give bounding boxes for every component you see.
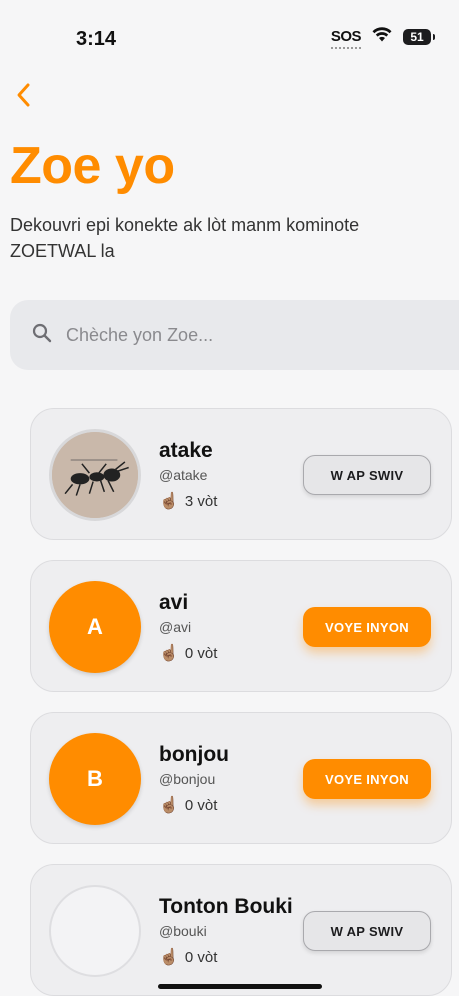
user-card[interactable]: B bonjou @bonjou ☝🏽 0 vòt VOYE INYON bbox=[30, 712, 452, 844]
ant-photo bbox=[52, 432, 138, 518]
user-name: Tonton Bouki bbox=[159, 895, 293, 918]
pointing-hand-icon: ☝🏽 bbox=[159, 797, 179, 814]
back-button[interactable] bbox=[8, 80, 38, 110]
following-button[interactable]: W AP SWIV bbox=[303, 911, 431, 951]
avatar[interactable] bbox=[49, 429, 141, 521]
vote-count: ☝🏽 0 vòt bbox=[159, 795, 217, 815]
user-name: bonjou bbox=[159, 743, 229, 766]
vote-label: 0 vòt bbox=[184, 644, 218, 662]
page-title: Zoe yo bbox=[10, 137, 175, 195]
user-card[interactable]: Tonton Bouki @bouki ☝🏽 0 vòt W AP SWIV bbox=[30, 864, 452, 996]
pointing-hand-icon: ☝🏽 bbox=[159, 645, 179, 662]
page-subtitle: Dekouvri epi konekte ak lòt manm kominot… bbox=[10, 215, 360, 261]
user-handle: @bonjou bbox=[159, 771, 216, 787]
vote-label: 0 vòt bbox=[184, 796, 218, 814]
chevron-left-icon bbox=[17, 83, 30, 107]
avatar[interactable]: A bbox=[49, 581, 141, 673]
wifi-icon bbox=[371, 26, 393, 47]
vote-label: 3 vòt bbox=[184, 492, 218, 510]
status-indicators: SOS 51 bbox=[330, 26, 435, 49]
send-union-button[interactable]: VOYE INYON bbox=[303, 607, 431, 647]
pointing-hand-icon: ☝🏽 bbox=[159, 493, 179, 510]
pointing-hand-icon: ☝🏽 bbox=[159, 949, 179, 966]
user-handle: @avi bbox=[159, 619, 192, 635]
sos-indicator: SOS bbox=[330, 28, 362, 49]
status-bar: 3:14 SOS 51 bbox=[0, 0, 459, 80]
user-card[interactable]: atake @atake ☝🏽 3 vòt W AP SWIV bbox=[30, 408, 452, 540]
following-button[interactable]: W AP SWIV bbox=[303, 455, 431, 495]
user-handle: @atake bbox=[159, 467, 208, 483]
avatar[interactable] bbox=[49, 885, 141, 977]
vote-label: 0 vòt bbox=[184, 948, 218, 966]
user-card[interactable]: A avi @avi ☝🏽 0 vòt VOYE INYON bbox=[30, 560, 452, 692]
battery-icon: 51 bbox=[403, 28, 435, 45]
search-bar[interactable] bbox=[10, 300, 459, 370]
send-union-button[interactable]: VOYE INYON bbox=[303, 759, 431, 799]
avatar[interactable]: B bbox=[49, 733, 141, 825]
search-icon bbox=[32, 323, 52, 348]
user-handle: @bouki bbox=[159, 923, 207, 939]
status-time: 3:14 bbox=[76, 28, 117, 50]
vote-count: ☝🏽 0 vòt bbox=[159, 643, 217, 663]
user-name: atake bbox=[159, 439, 213, 462]
vote-count: ☝🏽 3 vòt bbox=[159, 491, 217, 511]
vote-count: ☝🏽 0 vòt bbox=[159, 947, 217, 967]
home-indicator[interactable] bbox=[158, 984, 322, 989]
user-name: avi bbox=[159, 591, 189, 614]
search-input[interactable] bbox=[66, 324, 426, 346]
